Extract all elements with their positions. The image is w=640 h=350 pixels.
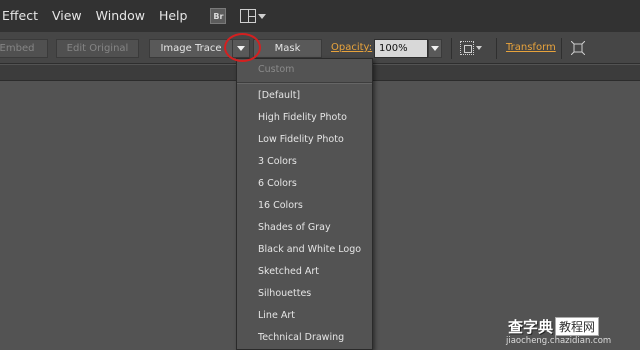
preset-menu-item[interactable]: 16 Colors	[237, 195, 372, 217]
preset-menu-item[interactable]: Technical Drawing	[237, 327, 372, 349]
triangle-down-icon	[431, 46, 439, 51]
watermark-brand: 查字典	[508, 318, 554, 336]
preset-menu-item[interactable]: 3 Colors	[237, 151, 372, 173]
divider	[496, 38, 497, 59]
embed-button[interactable]: Embed	[0, 39, 48, 58]
arrange-documents-button[interactable]	[240, 9, 267, 23]
preset-menu-item[interactable]: Sketched Art	[237, 261, 372, 283]
image-trace-button[interactable]: Image Trace	[149, 39, 233, 58]
menu-view[interactable]: View	[45, 0, 89, 32]
menu-help[interactable]: Help	[152, 0, 195, 32]
arrange-documents-icon	[240, 9, 257, 23]
preset-menu-item[interactable]: Line Art	[237, 305, 372, 327]
align-selection-icon	[460, 41, 474, 55]
transform-each-icon[interactable]	[571, 41, 585, 55]
transform-link[interactable]: Transform	[506, 42, 556, 53]
menu-separator-highlight	[237, 83, 372, 84]
preset-menu-item[interactable]: Black and White Logo	[237, 239, 372, 261]
watermark-tag: 教程网	[555, 317, 600, 336]
preset-menu-item[interactable]: High Fidelity Photo	[237, 107, 372, 129]
highlight-circle	[224, 33, 261, 62]
watermark: 查字典 教程网	[508, 316, 600, 337]
edit-original-button[interactable]: Edit Original	[56, 39, 139, 58]
bridge-button[interactable]: Br	[210, 8, 227, 24]
opacity-dropdown-button[interactable]	[428, 39, 442, 58]
divider	[451, 38, 452, 59]
menu-bar: Effect View Window Help Br	[0, 0, 640, 32]
mask-button[interactable]: Mask	[253, 39, 322, 58]
opacity-input[interactable]: 100%	[374, 39, 428, 58]
preset-menu-item[interactable]: Low Fidelity Photo	[237, 129, 372, 151]
preset-menu-item[interactable]: 6 Colors	[237, 173, 372, 195]
watermark-url: jiaocheng.chazidian.com	[506, 336, 612, 346]
menu-window[interactable]: Window	[89, 0, 152, 32]
preset-menu-item[interactable]: [Default]	[237, 85, 372, 107]
align-to-button[interactable]	[460, 41, 482, 55]
chevron-down-icon	[258, 13, 267, 19]
chevron-down-icon	[476, 46, 482, 50]
divider	[561, 38, 562, 59]
preset-menu-item[interactable]: Shades of Gray	[237, 217, 372, 239]
opacity-label[interactable]: Opacity:	[331, 42, 372, 53]
preset-menu-item[interactable]: Silhouettes	[237, 283, 372, 305]
tracing-presets-menu: Custom [Default] High Fidelity Photo Low Fi…	[236, 58, 373, 350]
preset-menu-item: Custom	[258, 64, 295, 75]
menu-effect[interactable]: Effect	[0, 0, 45, 32]
